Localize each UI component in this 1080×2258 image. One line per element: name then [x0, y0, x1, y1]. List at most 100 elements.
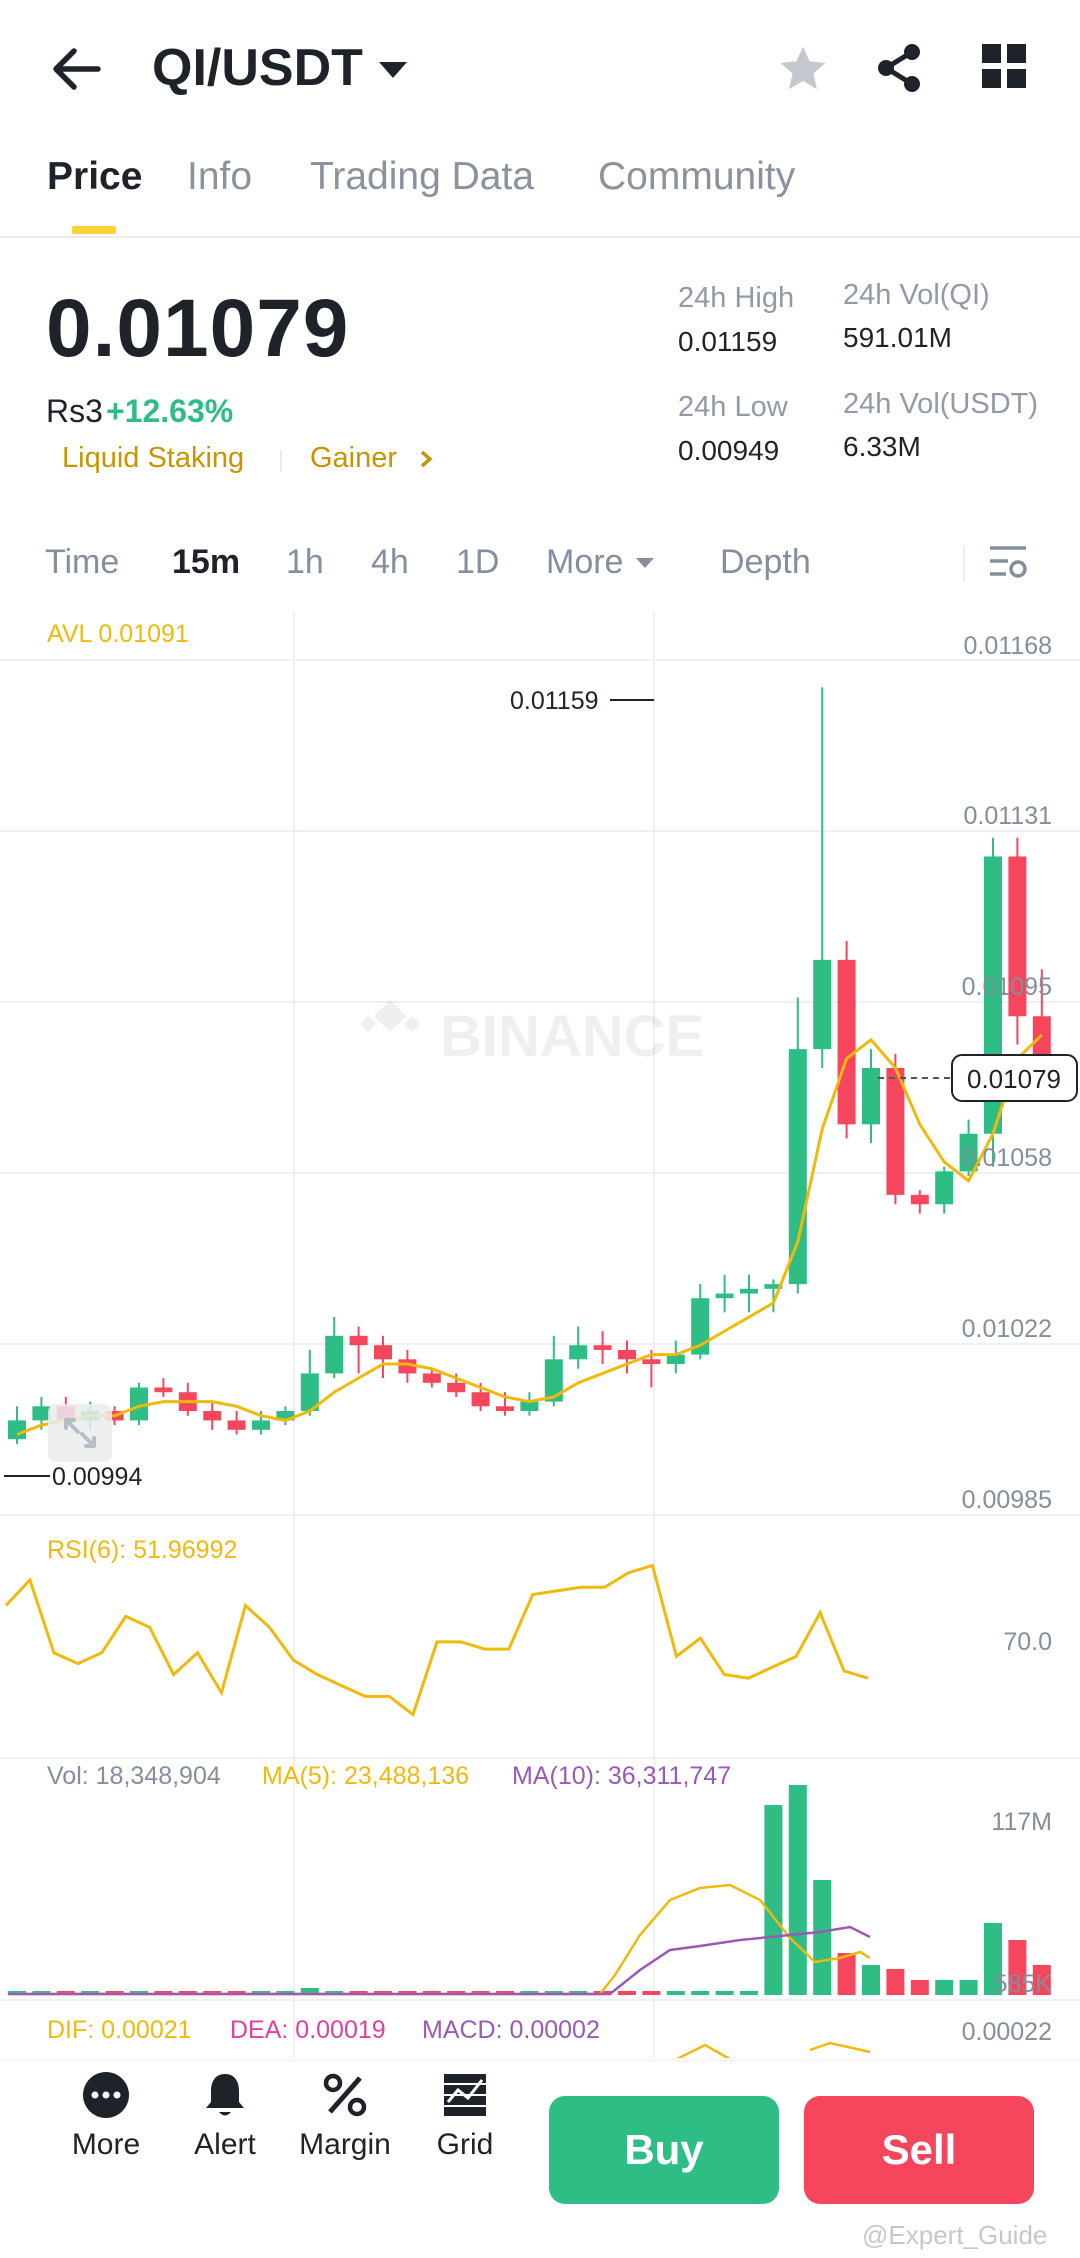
expand-icon: [64, 1418, 96, 1448]
tf-more-label: More: [546, 543, 624, 581]
volume-bar: [910, 1980, 929, 1995]
layout-button[interactable]: [982, 44, 1026, 93]
volume-bar: [740, 1991, 758, 1995]
candle-body: [422, 1373, 441, 1383]
back-button[interactable]: [48, 42, 108, 96]
tf-divider: [963, 545, 965, 581]
pair-selector[interactable]: QI/USDT: [152, 38, 409, 98]
high-label: 24h High: [678, 282, 795, 314]
candle-body: [8, 1420, 26, 1440]
buy-button[interactable]: Buy: [549, 2096, 779, 2204]
y-tick-3: 0.01058: [961, 1144, 1052, 1172]
share-button[interactable]: [874, 42, 924, 99]
more-label: More: [71, 2128, 141, 2161]
volume-bar: [618, 1991, 636, 1995]
candle-body: [154, 1387, 173, 1393]
candle-body: [349, 1335, 368, 1346]
candle-body: [496, 1406, 514, 1412]
tf-1h[interactable]: 1h: [286, 543, 324, 582]
high-value: 0.01159: [678, 326, 778, 357]
tag-gainer[interactable]: Gainer: [310, 442, 437, 475]
grid-trading-icon: [444, 2074, 486, 2116]
price-chart[interactable]: BINANCE 0.01159 0.00994 0.01079: [0, 608, 1080, 2058]
volume-bar: [837, 1953, 856, 1995]
candle-body: [642, 1359, 661, 1365]
caret-down-icon: [378, 62, 407, 78]
tf-more[interactable]: More: [546, 543, 655, 582]
y-tick-2: 0.01095: [961, 973, 1052, 1001]
more-icon: [83, 2072, 129, 2118]
min-price-label: 0.00994: [52, 1463, 142, 1491]
tf-depth[interactable]: Depth: [720, 543, 811, 582]
candle-body: [471, 1392, 490, 1407]
chart-settings-button[interactable]: [988, 543, 1028, 586]
candle-body: [813, 959, 832, 1050]
grid-button[interactable]: Grid: [410, 2070, 520, 2162]
tf-time[interactable]: Time: [45, 543, 119, 582]
volume-bar: [642, 1991, 661, 1995]
dif-label: DIF: 0.00021: [47, 2016, 192, 2044]
rsi-level: 70.0: [1003, 1628, 1052, 1656]
candle-body: [325, 1335, 344, 1374]
pair-title: QI/USDT: [152, 39, 363, 97]
fullscreen-button[interactable]: [48, 1404, 112, 1462]
tf-4h[interactable]: 4h: [371, 543, 409, 582]
max-price-label: 0.01159: [510, 687, 599, 715]
candle-body: [837, 959, 856, 1125]
y-tick-5: 0.00985: [961, 1486, 1052, 1514]
candle-body: [788, 1049, 807, 1285]
more-button[interactable]: More: [51, 2070, 161, 2162]
current-price-label: 0.01079: [967, 1064, 1061, 1094]
tab-price[interactable]: Price: [47, 155, 142, 199]
price-change: +12.63%: [106, 393, 234, 429]
tab-info[interactable]: Info: [187, 155, 252, 199]
tf-1d[interactable]: 1D: [456, 543, 499, 582]
alert-button[interactable]: Alert: [170, 2070, 280, 2162]
candle-body: [618, 1349, 636, 1360]
macd-label: MACD: 0.00002: [422, 2016, 600, 2044]
tab-community[interactable]: Community: [598, 155, 795, 199]
tab-trading-data[interactable]: Trading Data: [310, 155, 534, 199]
vol-qi-value: 591.01M: [843, 322, 952, 353]
active-tab-indicator: [72, 226, 116, 234]
volume-ma10-line: [8, 1925, 871, 1996]
vol-top-tick: 117M: [991, 1808, 1052, 1836]
margin-button[interactable]: Margin: [290, 2070, 400, 2162]
volume-bar: [666, 1991, 685, 1995]
fiat-price: Rs3: [46, 393, 103, 429]
candle-body: [252, 1420, 270, 1430]
bell-icon: [206, 2074, 244, 2116]
volume-bar: [764, 1805, 783, 1995]
vol-ma10-label: MA(10): 36,311,747: [512, 1762, 732, 1790]
candle-body: [569, 1345, 588, 1360]
vol-label: Vol: 18,348,904: [47, 1762, 221, 1790]
watermark-text: BINANCE: [440, 1004, 704, 1069]
caret-down-icon: [636, 557, 655, 568]
low-value: 0.00949: [678, 435, 780, 466]
volume-bar: [959, 1980, 978, 1995]
tabs-divider: [0, 236, 1080, 238]
sell-button[interactable]: Sell: [804, 2096, 1034, 2204]
candle-body: [740, 1288, 758, 1294]
last-price: 0.01079: [46, 283, 350, 374]
tag-liquid-staking[interactable]: Liquid Staking: [62, 442, 244, 475]
chart-settings-icon: [990, 546, 1027, 578]
y-tick-0: 0.01168: [963, 632, 1052, 660]
vol-ma5-label: MA(5): 23,488,136: [262, 1762, 470, 1790]
favorite-button[interactable]: [776, 42, 830, 101]
candle-body: [593, 1345, 612, 1350]
vol-qi-label: 24h Vol(QI): [843, 279, 990, 311]
tf-15m[interactable]: 15m: [172, 543, 240, 582]
candle-body: [203, 1411, 222, 1421]
dea-label: DEA: 0.00019: [230, 2016, 386, 2044]
binance-watermark: BINANCE: [360, 1000, 704, 1069]
candle-body: [886, 1067, 905, 1195]
y-tick-4: 0.01022: [961, 1315, 1052, 1343]
grid-layout-icon: [982, 44, 1026, 88]
candle-body: [715, 1293, 734, 1299]
candle-body: [862, 1067, 880, 1125]
volume-bar: [715, 1991, 734, 1995]
vol-bottom-tick: 585K: [993, 1970, 1052, 1998]
volume-bar: [813, 1880, 832, 1995]
volume-bar: [788, 1785, 807, 1995]
